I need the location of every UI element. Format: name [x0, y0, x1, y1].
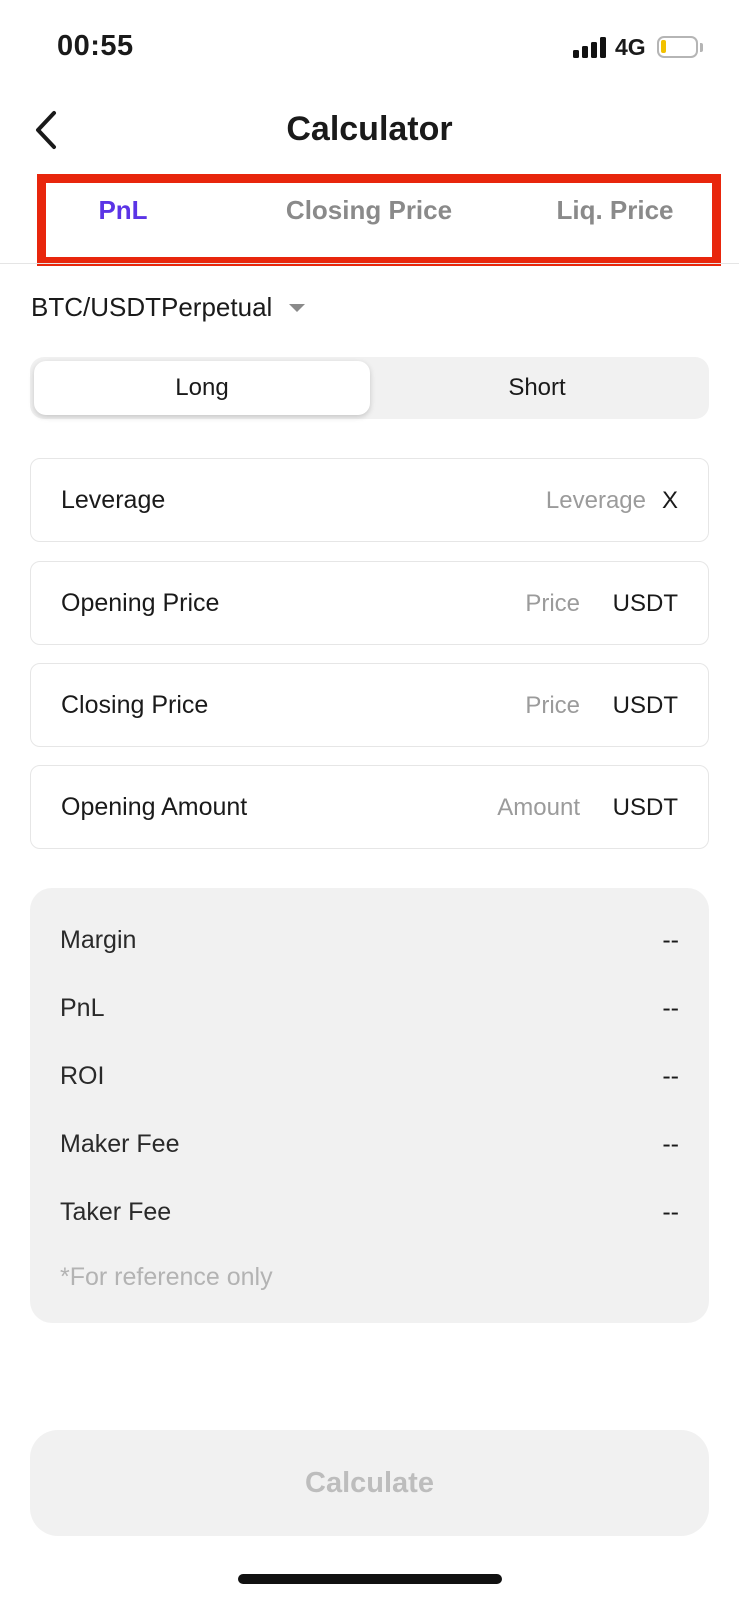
result-label: ROI	[60, 1061, 105, 1090]
status-bar: 00:55 4G	[0, 0, 739, 95]
calculator-tabs: PnL Closing Price Liq. Price	[0, 175, 739, 265]
result-row-taker-fee: Taker Fee --	[60, 1195, 679, 1229]
battery-icon	[657, 36, 698, 58]
opening-amount-unit: USDT	[612, 794, 678, 821]
tab-closing-price[interactable]: Closing Price	[286, 195, 452, 226]
result-row-maker-fee: Maker Fee --	[60, 1127, 679, 1161]
opening-amount-field: Opening Amount USDT	[30, 765, 709, 849]
calculate-button[interactable]: Calculate	[30, 1430, 709, 1536]
home-indicator	[238, 1574, 502, 1584]
result-label: Maker Fee	[60, 1129, 180, 1158]
tab-liq-price[interactable]: Liq. Price	[556, 195, 673, 226]
signal-icon	[573, 36, 607, 58]
tabs-divider	[0, 263, 739, 264]
page-title: Calculator	[286, 110, 453, 148]
battery-cap	[700, 43, 703, 52]
closing-price-unit: USDT	[612, 692, 678, 719]
reference-note: *For reference only	[60, 1263, 273, 1291]
direction-toggle: Long Short	[30, 357, 709, 419]
result-row-margin: Margin --	[60, 923, 679, 957]
closing-price-input[interactable]	[360, 684, 580, 728]
result-label: Margin	[60, 925, 137, 954]
result-value: --	[662, 993, 679, 1022]
leverage-label: Leverage	[61, 486, 166, 514]
opening-amount-label: Opening Amount	[61, 793, 248, 821]
results-panel: Margin -- PnL -- ROI -- Maker Fee -- Tak…	[30, 888, 709, 1323]
opening-price-input[interactable]	[360, 582, 580, 626]
result-label: Taker Fee	[60, 1197, 172, 1226]
nav-bar: Calculator	[0, 95, 739, 175]
closing-price-field: Closing Price USDT	[30, 663, 709, 747]
pair-label: BTC/USDTPerpetual	[31, 292, 273, 322]
pair-selector[interactable]: BTC/USDTPerpetual	[31, 292, 306, 323]
result-value: --	[662, 1197, 679, 1226]
tab-pnl[interactable]: PnL	[98, 195, 147, 226]
result-value: --	[662, 1061, 679, 1090]
result-value: --	[662, 1129, 679, 1158]
leverage-unit: X	[661, 487, 678, 514]
opening-price-label: Opening Price	[61, 589, 220, 617]
result-row-roi: ROI --	[60, 1059, 679, 1093]
closing-price-label: Closing Price	[61, 691, 209, 719]
caret-down-icon	[289, 303, 306, 312]
short-button[interactable]: Short	[369, 361, 705, 415]
opening-price-field: Opening Price USDT	[30, 561, 709, 645]
opening-amount-input[interactable]	[360, 786, 580, 830]
leverage-input[interactable]	[426, 479, 646, 523]
leverage-field: Leverage X	[30, 458, 709, 542]
network-type: 4G	[615, 34, 646, 60]
long-button[interactable]: Long	[34, 361, 370, 415]
result-label: PnL	[60, 993, 105, 1022]
status-time: 00:55	[57, 30, 134, 62]
result-row-pnl: PnL --	[60, 991, 679, 1025]
opening-price-unit: USDT	[612, 590, 678, 617]
result-value: --	[662, 925, 679, 954]
